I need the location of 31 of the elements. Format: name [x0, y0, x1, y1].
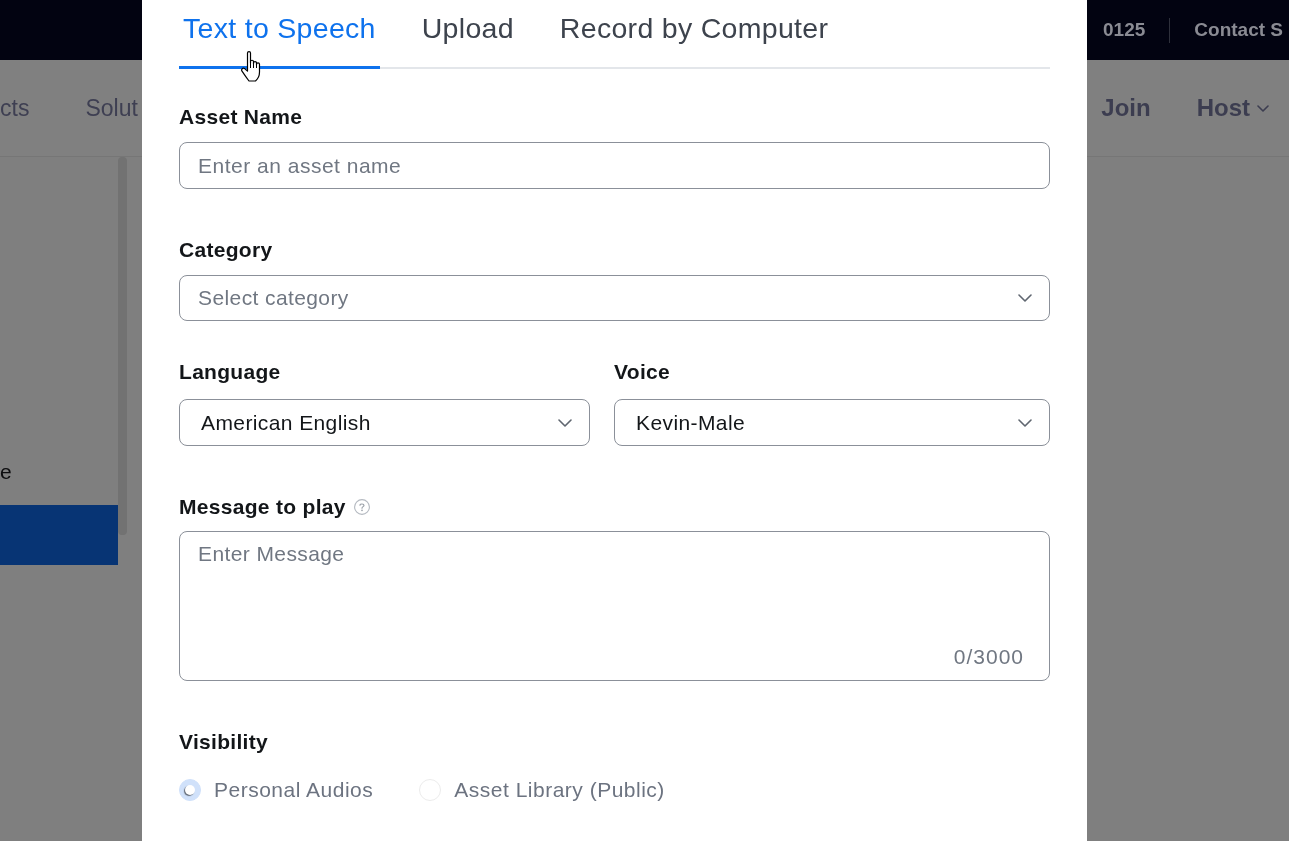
- nav-link[interactable]: Join: [1101, 94, 1151, 122]
- nav-link[interactable]: Solut: [85, 94, 138, 122]
- field-label: Voice: [614, 360, 670, 384]
- top-bar-link[interactable]: Contact S: [1194, 19, 1283, 41]
- sidebar-item[interactable]: e: [0, 460, 12, 484]
- nav-link[interactable]: cts: [0, 94, 30, 122]
- tab[interactable]: Upload: [417, 0, 518, 69]
- top-bar-link[interactable]: 0125: [1103, 19, 1146, 41]
- field-label: Message to play: [179, 495, 346, 519]
- chevron-down-icon: [558, 418, 572, 427]
- chevron-down-icon: [1018, 294, 1032, 302]
- radio-option[interactable]: Personal Audios: [179, 777, 374, 803]
- chevron-down-icon: [1257, 104, 1269, 112]
- select-field[interactable]: Kevin-Male: [614, 399, 1050, 446]
- nav-menu[interactable]: Host: [1196, 94, 1269, 122]
- scrollbar-thumb[interactable]: [118, 157, 127, 535]
- tab[interactable]: Record by Computer: [555, 0, 833, 69]
- text-input[interactable]: Enter an asset name: [179, 142, 1050, 189]
- select-field[interactable]: Select category: [179, 275, 1050, 321]
- chevron-down-icon: [1018, 418, 1032, 427]
- help-icon[interactable]: [353, 499, 370, 515]
- hand-cursor-icon: [240, 50, 262, 82]
- field-label: Visibility: [179, 730, 268, 754]
- field-label: Category: [179, 238, 273, 262]
- radio-option[interactable]: Asset Library (Public): [419, 777, 665, 803]
- field-label: Asset Name: [179, 105, 303, 129]
- select-field[interactable]: American English: [179, 399, 590, 446]
- character-counter: 0/3000: [953, 645, 1024, 669]
- sidebar-item[interactable]: [0, 505, 118, 565]
- radio-icon[interactable]: [179, 779, 201, 801]
- field-label: Language: [179, 360, 281, 384]
